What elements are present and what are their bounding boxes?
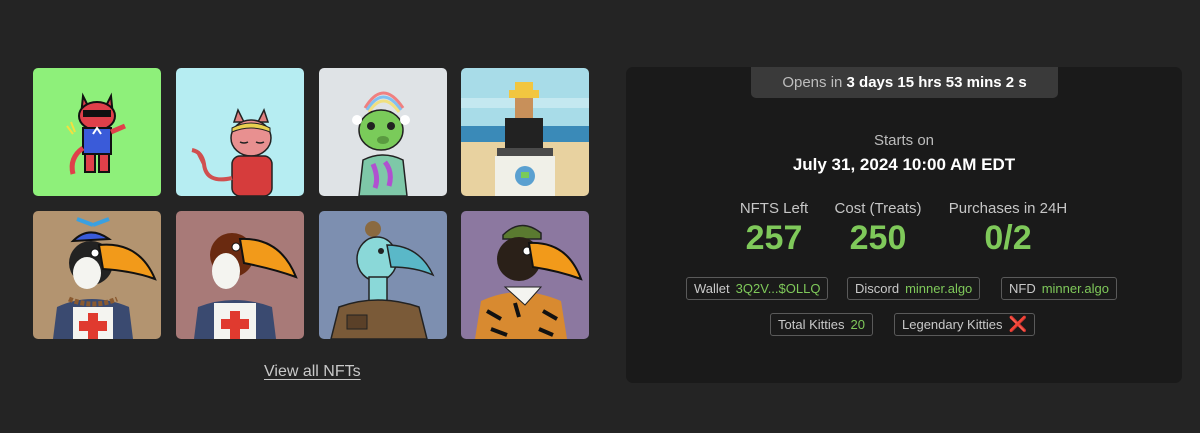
nfd-label: NFD <box>1009 281 1036 296</box>
starts-date: July 31, 2024 10:00 AM EDT <box>792 155 1016 174</box>
nft-pixel-beach[interactable] <box>461 68 589 196</box>
opens-prefix: Opens in <box>782 74 843 91</box>
nfd-value: minner.algo <box>1041 281 1109 296</box>
nft-green-alien[interactable] <box>319 68 447 196</box>
discord-chip: Discord minner.algo <box>847 277 981 300</box>
stat-value: 257 <box>745 219 803 257</box>
nft-pink-cat[interactable] <box>176 68 304 196</box>
legendary-kitties-chip: Legendary Kitties ❌ <box>894 313 1036 336</box>
wallet-label: Wallet <box>694 281 730 296</box>
cross-mark-icon: ❌ <box>1008 316 1028 333</box>
stat-cost: Cost (Treats) 250 <box>831 200 925 258</box>
stat-purchases: Purchases in 24H 0/2 <box>945 200 1071 258</box>
stat-label: Cost (Treats) <box>834 200 922 217</box>
view-all-nfts-link[interactable]: View all NFTs <box>264 363 361 381</box>
nft-toucan-propeller[interactable] <box>33 211 161 339</box>
discord-value: minner.algo <box>905 281 973 296</box>
stat-value: 0/2 <box>984 219 1032 257</box>
stat-label: NFTS Left <box>739 200 809 217</box>
nft-cyan-bird[interactable] <box>319 211 447 339</box>
stat-value: 250 <box>849 219 907 257</box>
opens-countdown: 3 days 15 hrs 53 mins 2 s <box>846 74 1027 91</box>
discord-label: Discord <box>855 281 900 296</box>
total-kitties-chip: Total Kitties 20 <box>770 313 873 336</box>
nft-red-cat[interactable] <box>33 68 161 196</box>
wallet-value: 3Q2V...$OLLQ <box>735 281 821 296</box>
legendary-kitties-label: Legendary Kitties <box>902 317 1003 332</box>
total-kitties-value: 20 <box>850 317 865 332</box>
wallet-chip: Wallet 3Q2V...$OLLQ <box>686 277 829 300</box>
drop-info-panel: Opens in 3 days 15 hrs 53 mins 2 s Start… <box>626 67 1182 383</box>
stat-nfts-left: NFTS Left 257 <box>738 200 810 258</box>
starts-label: Starts on <box>873 132 935 149</box>
opens-countdown-banner: Opens in 3 days 15 hrs 53 mins 2 s <box>751 67 1058 98</box>
stat-label: Purchases in 24H <box>948 200 1068 217</box>
nft-toucan-nurse[interactable] <box>176 211 304 339</box>
total-kitties-label: Total Kitties <box>778 317 845 332</box>
nft-tiger-toucan[interactable] <box>461 211 589 339</box>
nfd-chip: NFD minner.algo <box>1001 277 1117 300</box>
